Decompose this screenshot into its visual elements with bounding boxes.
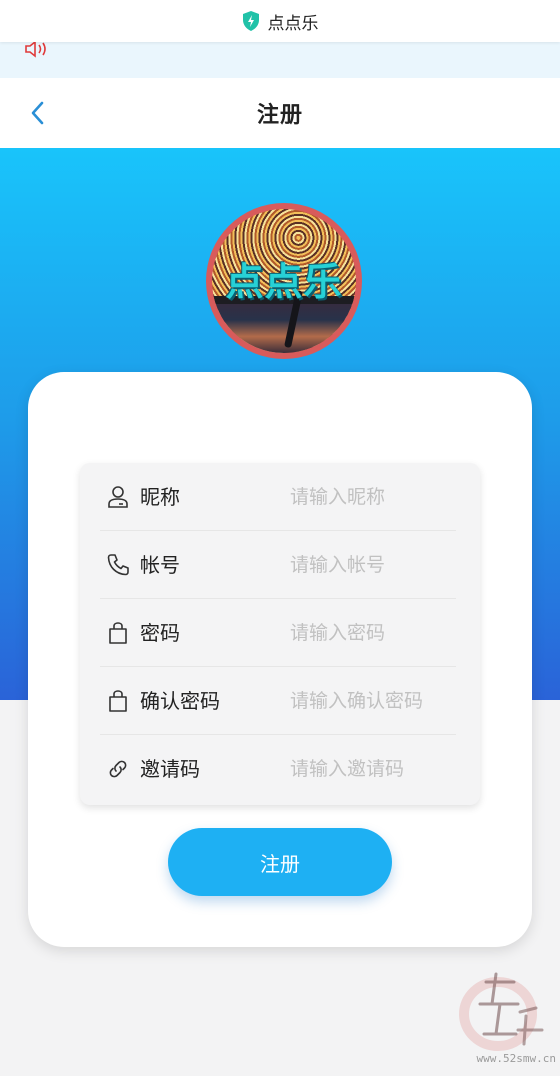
- watermark-site: www.52smw.cn: [476, 1052, 556, 1065]
- nickname-input[interactable]: [290, 479, 460, 515]
- bag-icon: [109, 690, 127, 712]
- user-icon: [108, 486, 128, 508]
- confirm-password-input[interactable]: [290, 683, 460, 719]
- nickname-label: 昵称: [140, 485, 180, 509]
- form-row-password: 密码: [80, 599, 480, 667]
- account-input[interactable]: [290, 547, 460, 583]
- page-title: 注册: [256, 103, 303, 128]
- form-row-confirm-password: 确认密码: [80, 667, 480, 735]
- form-row-invite-code: 邀请码: [80, 735, 480, 803]
- password-input[interactable]: [290, 615, 460, 651]
- invite-code-input[interactable]: [290, 751, 460, 787]
- confirm-password-label: 确认密码: [140, 689, 220, 713]
- logo-image: 点点乐: [212, 209, 356, 353]
- chevron-left-icon[interactable]: [28, 100, 48, 126]
- notice-bar: [0, 42, 560, 78]
- app-logo: 点点乐: [206, 203, 362, 359]
- watermark-seal-icon: [459, 972, 544, 1051]
- register-card: 昵称 帐号 密码 确认密码: [28, 372, 532, 947]
- watermark: www.52smw.cn: [456, 964, 556, 1070]
- account-label: 帐号: [140, 553, 180, 577]
- page-header: 注册: [0, 78, 560, 148]
- shield-bolt-icon: [242, 11, 259, 31]
- bag-icon: [109, 622, 127, 644]
- logo-text: 点点乐: [225, 260, 343, 304]
- phone-icon: [107, 554, 129, 576]
- top-bar: 点点乐: [0, 0, 560, 42]
- invite-code-label: 邀请码: [140, 757, 200, 781]
- site-title: 点点乐: [267, 13, 319, 34]
- register-button[interactable]: 注册: [168, 828, 392, 896]
- form-row-account: 帐号: [80, 531, 480, 599]
- link-icon: [109, 760, 127, 778]
- form-row-nickname: 昵称: [80, 463, 480, 531]
- speaker-icon[interactable]: [24, 42, 50, 60]
- register-form: 昵称 帐号 密码 确认密码: [80, 463, 480, 805]
- password-label: 密码: [140, 621, 180, 645]
